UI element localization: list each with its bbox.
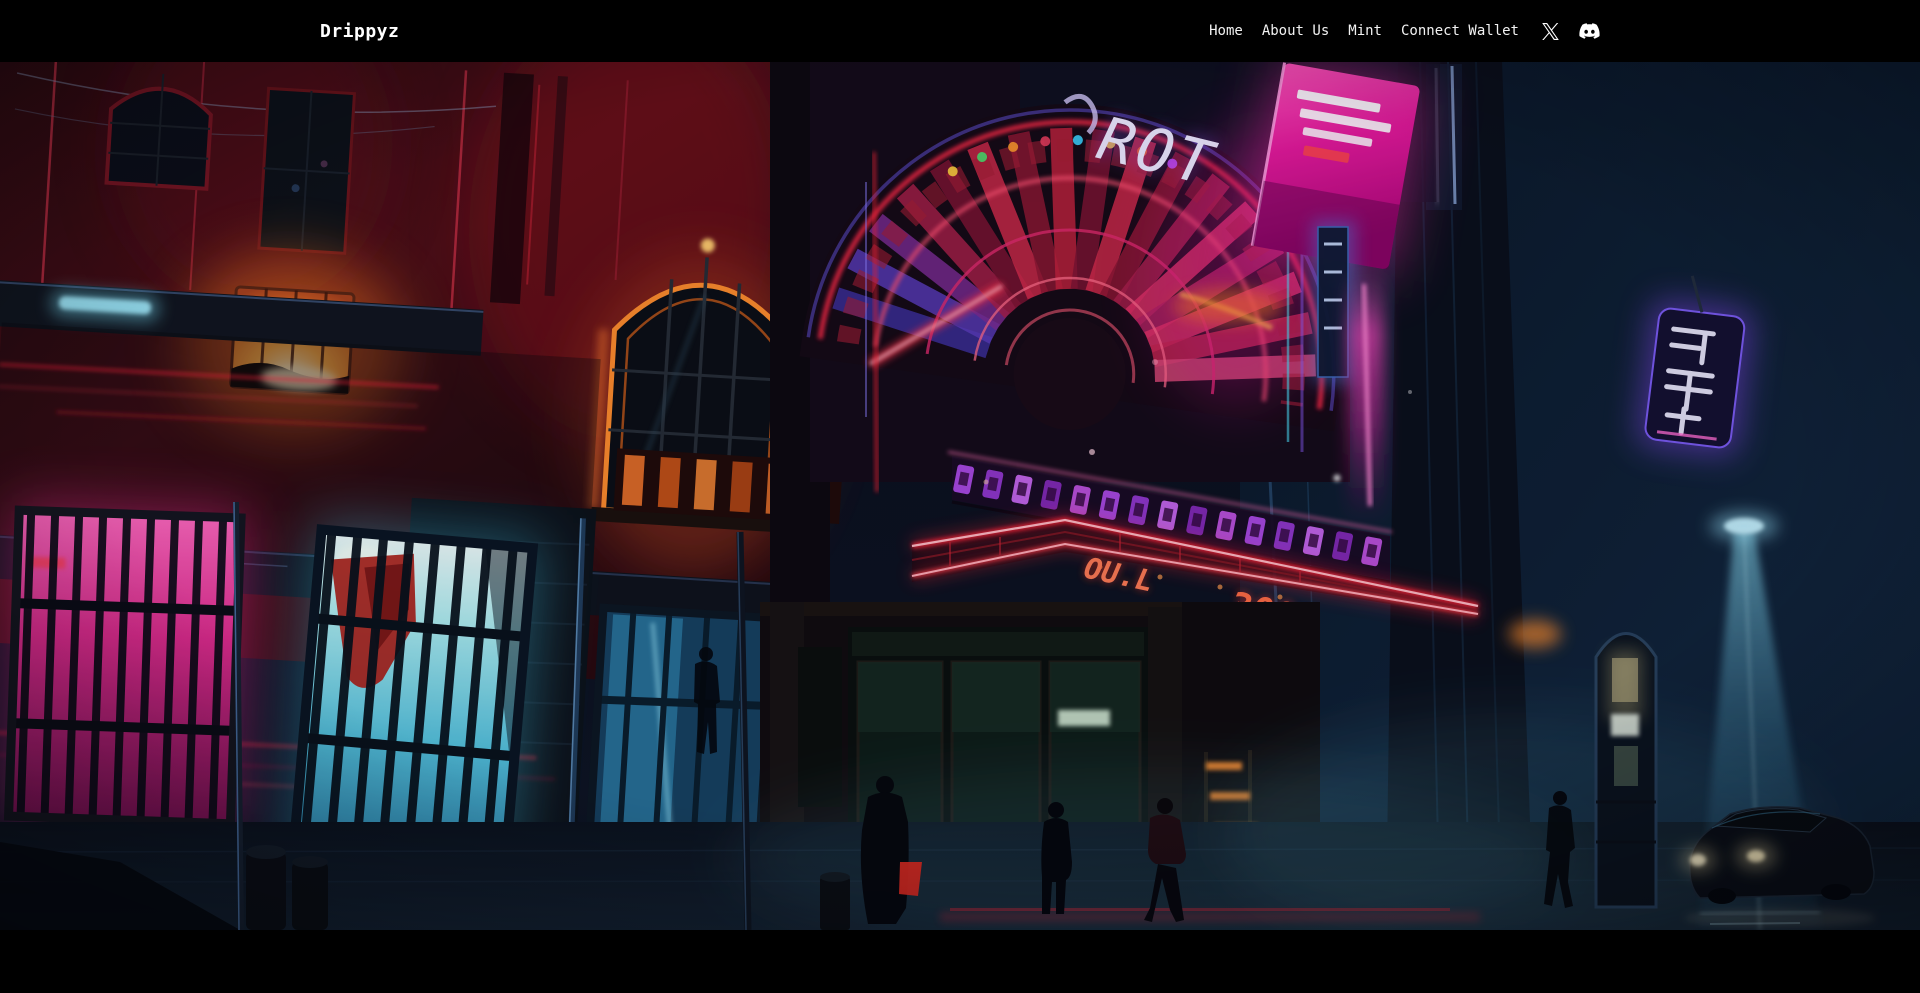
discord-icon xyxy=(1579,23,1600,39)
main-nav: Home About Us Mint Connect Wallet xyxy=(1209,23,1519,39)
footer-band xyxy=(0,930,1920,993)
scene-tone-overlay xyxy=(0,62,1920,930)
hero-scene: ROT ROT xyxy=(0,62,1920,930)
hero-section: ROT ROT xyxy=(0,62,1920,930)
logo[interactable]: Drippyz xyxy=(320,21,399,42)
nav-item-connect-wallet[interactable]: Connect Wallet xyxy=(1401,23,1519,39)
nav-item-home[interactable]: Home xyxy=(1209,23,1243,39)
nav-item-about-us[interactable]: About Us xyxy=(1262,23,1329,39)
page: Drippyz Home About Us Mint Connect Walle… xyxy=(0,0,1920,993)
nav-group: Home About Us Mint Connect Wallet xyxy=(1209,23,1600,40)
x-twitter-link[interactable] xyxy=(1542,23,1559,40)
x-logo-icon xyxy=(1542,23,1559,40)
nav-item-mint[interactable]: Mint xyxy=(1348,23,1382,39)
discord-link[interactable] xyxy=(1579,23,1600,39)
social-links xyxy=(1542,23,1600,40)
top-nav-bar: Drippyz Home About Us Mint Connect Walle… xyxy=(0,0,1920,62)
